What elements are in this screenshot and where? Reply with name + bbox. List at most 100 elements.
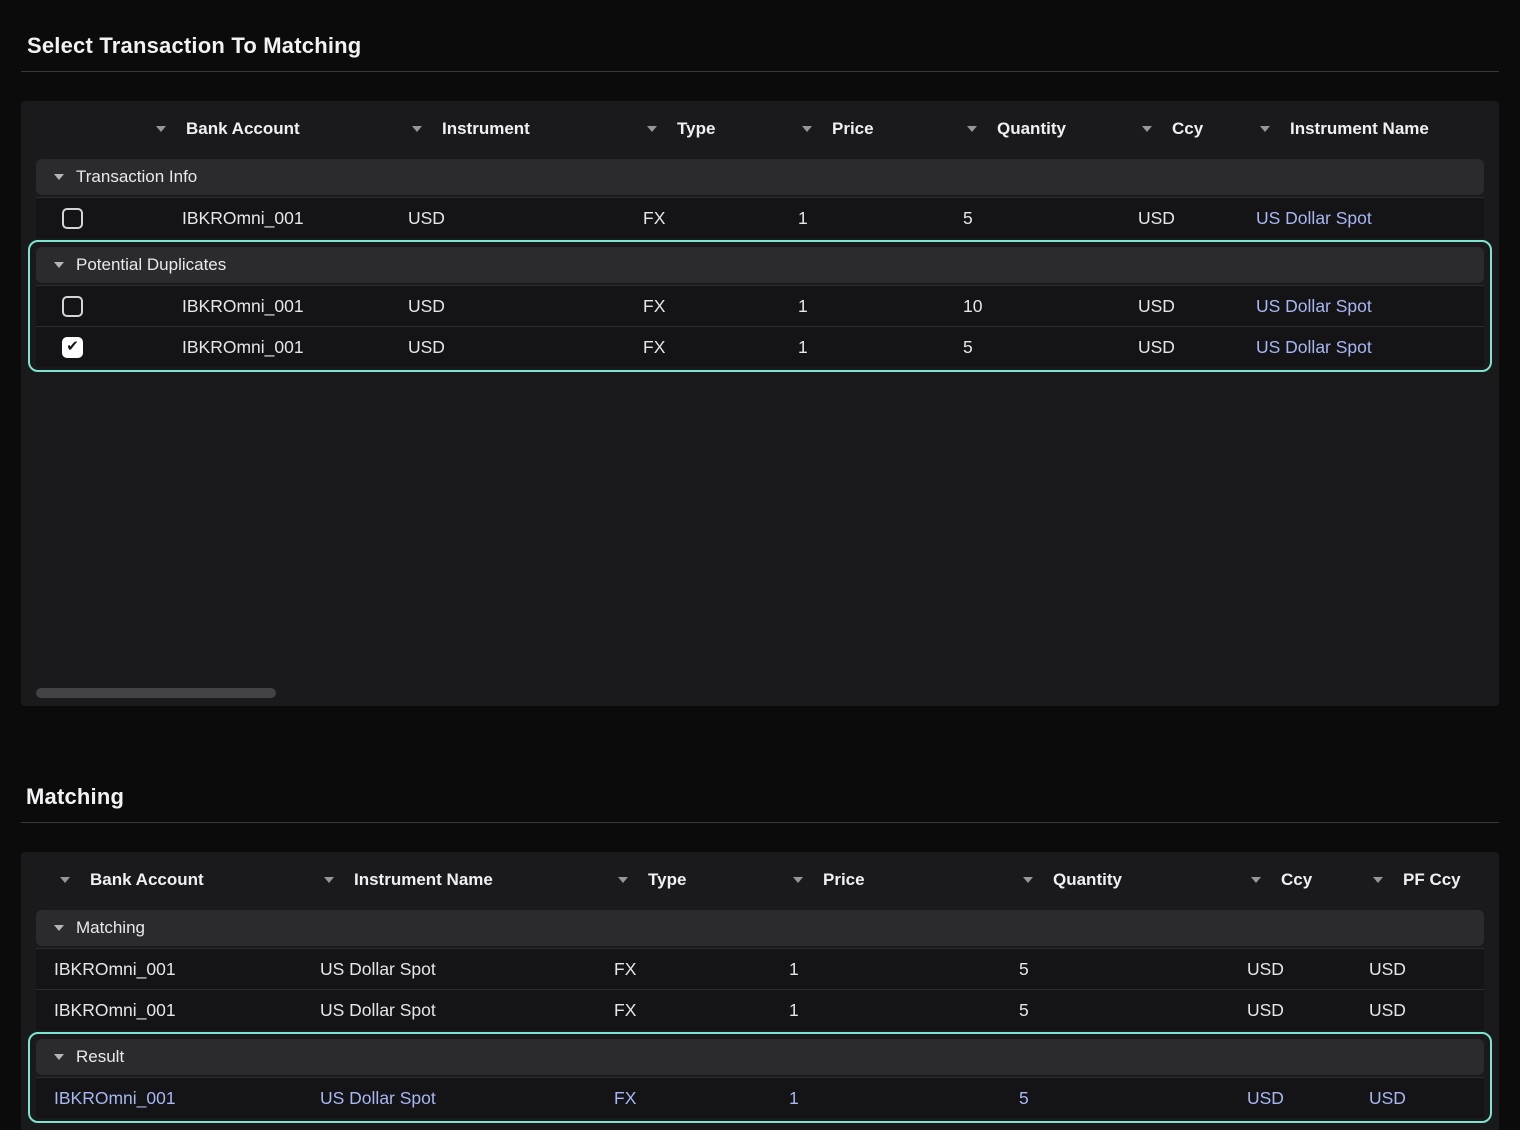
column-filter-caret-icon[interactable] xyxy=(1142,126,1152,132)
cell-type: FX xyxy=(608,959,783,980)
column-label: Type xyxy=(648,870,686,890)
cell-ccy: USD xyxy=(1241,959,1363,980)
column-label: Price xyxy=(832,119,874,139)
row-checkbox[interactable] xyxy=(62,296,83,317)
group-label: Result xyxy=(76,1047,124,1067)
cell-type: FX xyxy=(608,1000,783,1021)
group-label: Matching xyxy=(76,918,145,938)
column-header-pf-ccy[interactable]: PF Ccy xyxy=(1363,870,1484,890)
group-matching: Matching IBKROmni_001 US Dollar Spot FX … xyxy=(36,908,1484,1030)
collapse-caret-icon[interactable] xyxy=(54,925,64,931)
column-filter-caret-icon[interactable] xyxy=(618,877,628,883)
cell-type: FX xyxy=(608,1088,783,1109)
cell-type: FX xyxy=(637,208,792,229)
column-header-type[interactable]: Type xyxy=(608,870,783,890)
column-label: Price xyxy=(823,870,865,890)
group-result: Result IBKROmni_001 US Dollar Spot FX 1 … xyxy=(28,1032,1492,1123)
column-label: Bank Account xyxy=(90,870,204,890)
cell-quantity: 5 xyxy=(1013,1088,1241,1109)
collapse-caret-icon[interactable] xyxy=(54,174,64,180)
collapse-caret-icon[interactable] xyxy=(54,1054,64,1060)
cell-price: 1 xyxy=(783,1000,1013,1021)
column-header-price[interactable]: Price xyxy=(792,119,957,139)
cell-bank-account: IBKROmni_001 xyxy=(36,1088,314,1109)
column-label: Ccy xyxy=(1172,119,1203,139)
column-header-instrument-name[interactable]: Instrument Name xyxy=(1250,119,1484,139)
column-header-type[interactable]: Type xyxy=(637,119,792,139)
result-row[interactable]: IBKROmni_001 US Dollar Spot FX 1 5 USD U… xyxy=(36,1077,1484,1118)
cell-bank-account: IBKROmni_001 xyxy=(146,337,402,358)
group-potential-duplicates: Potential Duplicates IBKROmni_001 USD FX… xyxy=(28,240,1492,372)
column-label: Instrument xyxy=(442,119,530,139)
cell-instrument: USD xyxy=(402,296,637,317)
cell-instrument: USD xyxy=(402,208,637,229)
column-header-ccy[interactable]: Ccy xyxy=(1241,870,1363,890)
title-divider xyxy=(21,71,1499,72)
transaction-row[interactable]: IBKROmni_001 USD FX 1 10 USD US Dollar S… xyxy=(36,285,1484,326)
column-label: Bank Account xyxy=(186,119,300,139)
column-filter-caret-icon[interactable] xyxy=(1260,126,1270,132)
column-filter-caret-icon[interactable] xyxy=(1373,877,1383,883)
column-filter-caret-icon[interactable] xyxy=(802,126,812,132)
horizontal-scrollbar[interactable] xyxy=(36,688,276,698)
cell-quantity: 5 xyxy=(1013,1000,1241,1021)
instrument-name-link[interactable]: US Dollar Spot xyxy=(1250,296,1484,317)
cell-bank-account: IBKROmni_001 xyxy=(36,1000,314,1021)
instrument-name-link[interactable]: US Dollar Spot xyxy=(1250,208,1484,229)
checkbox-cell xyxy=(36,296,146,317)
transaction-row[interactable]: IBKROmni_001 USD FX 1 5 USD US Dollar Sp… xyxy=(36,326,1484,367)
cell-bank-account: IBKROmni_001 xyxy=(36,959,314,980)
column-header-instrument[interactable]: Instrument xyxy=(402,119,637,139)
column-filter-caret-icon[interactable] xyxy=(412,126,422,132)
column-filter-caret-icon[interactable] xyxy=(1023,877,1033,883)
column-label: Quantity xyxy=(1053,870,1122,890)
group-header-potential-duplicates[interactable]: Potential Duplicates xyxy=(36,247,1484,283)
column-filter-caret-icon[interactable] xyxy=(324,877,334,883)
cell-type: FX xyxy=(637,337,792,358)
group-header-result[interactable]: Result xyxy=(36,1039,1484,1075)
column-filter-caret-icon[interactable] xyxy=(967,126,977,132)
select-table-header: Bank Account Instrument Type Price Quant… xyxy=(36,101,1484,157)
column-header-bank-account[interactable]: Bank Account xyxy=(36,870,314,890)
matching-row[interactable]: IBKROmni_001 US Dollar Spot FX 1 5 USD U… xyxy=(36,948,1484,989)
column-filter-caret-icon[interactable] xyxy=(1251,877,1261,883)
column-header-ccy[interactable]: Ccy xyxy=(1132,119,1250,139)
page-title: Select Transaction To Matching xyxy=(27,33,1520,59)
cell-ccy: USD xyxy=(1132,208,1250,229)
column-label: Quantity xyxy=(997,119,1066,139)
column-filter-caret-icon[interactable] xyxy=(156,126,166,132)
group-transaction-info: Transaction Info IBKROmni_001 USD FX 1 5… xyxy=(36,157,1484,238)
column-header-quantity[interactable]: Quantity xyxy=(1013,870,1241,890)
cell-quantity: 5 xyxy=(957,337,1132,358)
column-label: PF Ccy xyxy=(1403,870,1461,890)
row-checkbox[interactable] xyxy=(62,337,83,358)
cell-ccy: USD xyxy=(1241,1088,1363,1109)
cell-instrument-name: US Dollar Spot xyxy=(314,1000,608,1021)
cell-instrument-name: US Dollar Spot xyxy=(314,1088,608,1109)
column-label: Type xyxy=(677,119,715,139)
cell-bank-account: IBKROmni_001 xyxy=(146,296,402,317)
cell-price: 1 xyxy=(792,337,957,358)
group-header-matching[interactable]: Matching xyxy=(36,910,1484,946)
matching-panel: Bank Account Instrument Name Type Price … xyxy=(21,852,1499,1130)
collapse-caret-icon[interactable] xyxy=(54,262,64,268)
transaction-row[interactable]: IBKROmni_001 USD FX 1 5 USD US Dollar Sp… xyxy=(36,197,1484,238)
column-filter-caret-icon[interactable] xyxy=(60,877,70,883)
column-filter-caret-icon[interactable] xyxy=(793,877,803,883)
column-header-price[interactable]: Price xyxy=(783,870,1013,890)
column-header-bank-account[interactable]: Bank Account xyxy=(146,119,402,139)
cell-instrument-name: US Dollar Spot xyxy=(314,959,608,980)
cell-ccy: USD xyxy=(1132,296,1250,317)
cell-instrument: USD xyxy=(402,337,637,358)
column-filter-caret-icon[interactable] xyxy=(647,126,657,132)
group-header-transaction-info[interactable]: Transaction Info xyxy=(36,159,1484,195)
column-header-instrument-name[interactable]: Instrument Name xyxy=(314,870,608,890)
instrument-name-link[interactable]: US Dollar Spot xyxy=(1250,337,1484,358)
column-header-quantity[interactable]: Quantity xyxy=(957,119,1132,139)
column-label: Ccy xyxy=(1281,870,1312,890)
matching-row[interactable]: IBKROmni_001 US Dollar Spot FX 1 5 USD U… xyxy=(36,989,1484,1030)
checkbox-cell xyxy=(36,337,146,358)
select-transactions-panel: Bank Account Instrument Type Price Quant… xyxy=(21,101,1499,706)
row-checkbox[interactable] xyxy=(62,208,83,229)
cell-bank-account: IBKROmni_001 xyxy=(146,208,402,229)
